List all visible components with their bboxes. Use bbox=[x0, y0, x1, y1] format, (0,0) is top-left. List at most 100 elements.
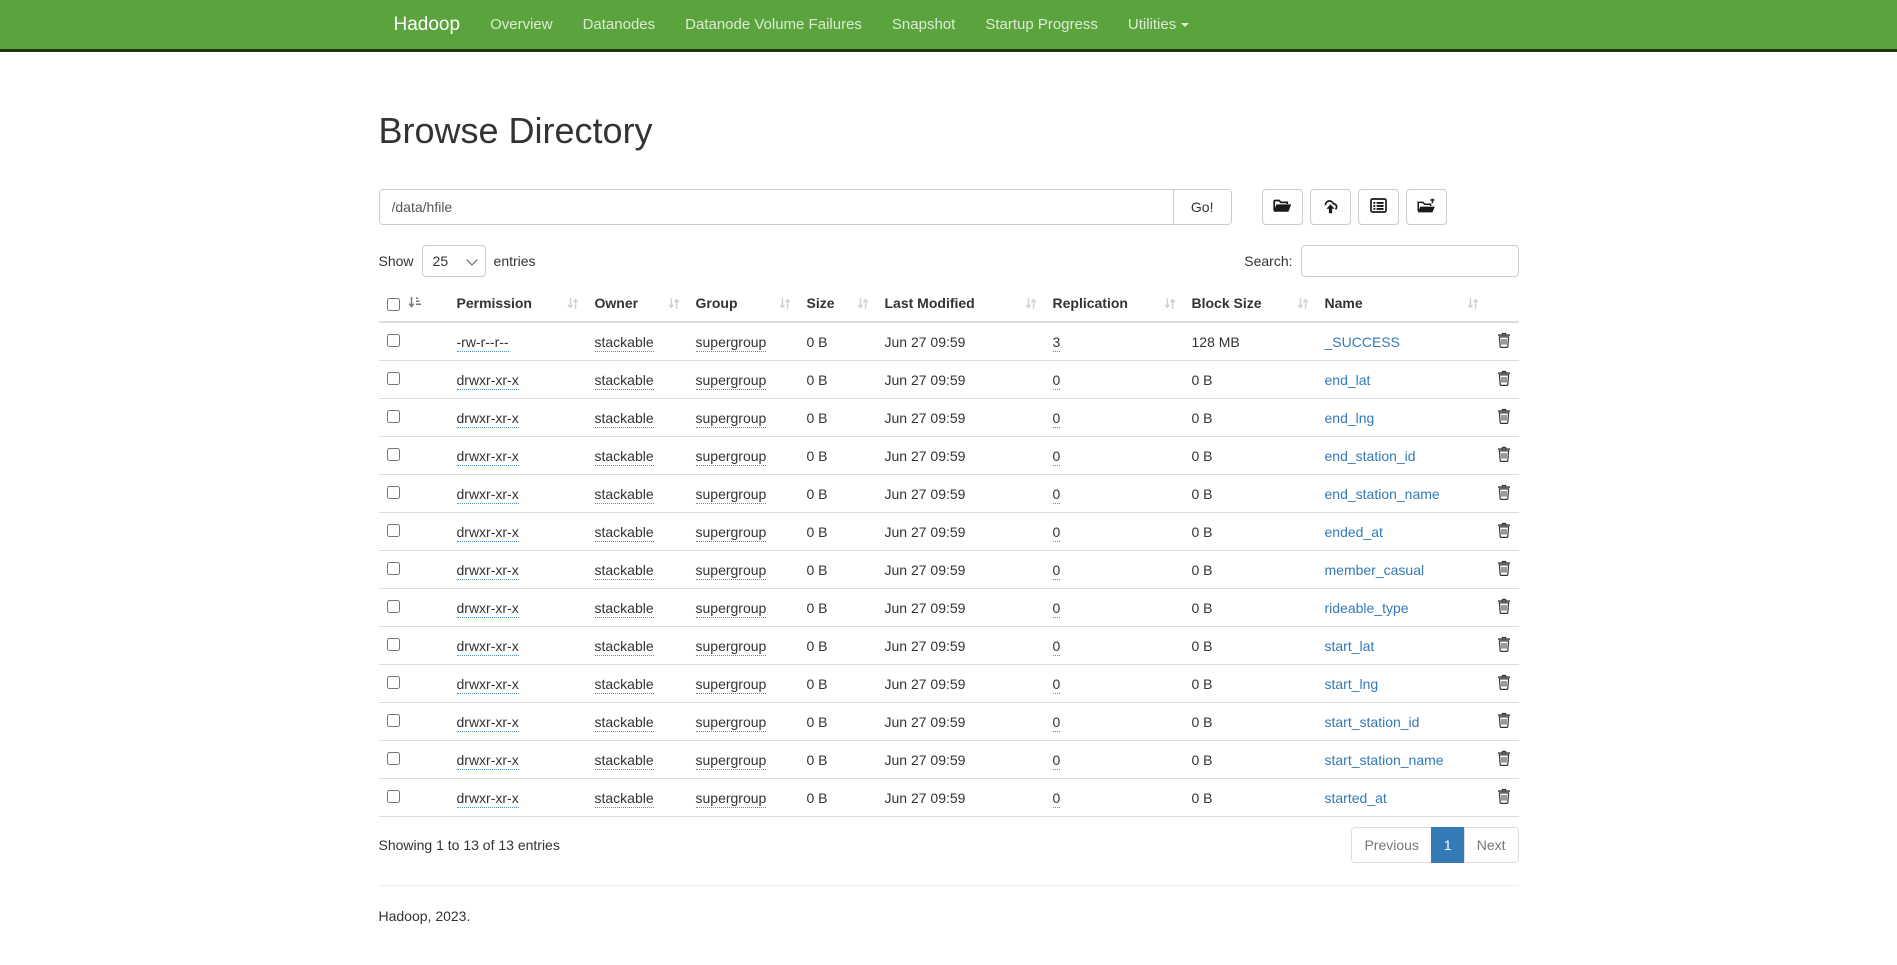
column-header-last-modified[interactable]: Last Modified bbox=[877, 287, 1045, 322]
column-header-group[interactable]: Group bbox=[688, 287, 799, 322]
row-checkbox[interactable] bbox=[387, 562, 400, 575]
cut-paste-button[interactable] bbox=[1358, 189, 1399, 225]
replication-value[interactable]: 0 bbox=[1053, 410, 1061, 428]
owner-value[interactable]: stackable bbox=[595, 752, 654, 770]
delete-button[interactable] bbox=[1497, 408, 1511, 424]
permission-value[interactable]: drwxr-xr-x bbox=[457, 486, 519, 504]
permission-value[interactable]: drwxr-xr-x bbox=[457, 448, 519, 466]
navbar-brand[interactable]: Hadoop bbox=[379, 0, 476, 50]
row-checkbox[interactable] bbox=[387, 714, 400, 727]
owner-value[interactable]: stackable bbox=[595, 714, 654, 732]
select-all-checkbox[interactable] bbox=[387, 298, 400, 311]
replication-value[interactable]: 0 bbox=[1053, 524, 1061, 542]
nav-link-datanodes[interactable]: Datanodes bbox=[568, 0, 671, 50]
group-value[interactable]: supergroup bbox=[696, 562, 767, 580]
nav-link-startup-progress[interactable]: Startup Progress bbox=[970, 0, 1113, 50]
column-header-replication[interactable]: Replication bbox=[1045, 287, 1184, 322]
delete-button[interactable] bbox=[1497, 598, 1511, 614]
column-header-size[interactable]: Size bbox=[799, 287, 877, 322]
nav-link-overview[interactable]: Overview bbox=[475, 0, 568, 50]
replication-value[interactable]: 0 bbox=[1053, 790, 1061, 808]
replication-value[interactable]: 0 bbox=[1053, 676, 1061, 694]
group-value[interactable]: supergroup bbox=[696, 752, 767, 770]
row-checkbox[interactable] bbox=[387, 486, 400, 499]
replication-value[interactable]: 0 bbox=[1053, 486, 1061, 504]
group-value[interactable]: supergroup bbox=[696, 410, 767, 428]
permission-value[interactable]: drwxr-xr-x bbox=[457, 790, 519, 808]
replication-value[interactable]: 0 bbox=[1053, 562, 1061, 580]
search-input[interactable] bbox=[1301, 245, 1519, 277]
owner-value[interactable]: stackable bbox=[595, 334, 654, 352]
file-link[interactable]: _SUCCESS bbox=[1325, 334, 1400, 350]
permission-value[interactable]: drwxr-xr-x bbox=[457, 638, 519, 656]
delete-button[interactable] bbox=[1497, 522, 1511, 538]
row-checkbox[interactable] bbox=[387, 448, 400, 461]
file-link[interactable]: start_lat bbox=[1325, 638, 1375, 654]
file-link[interactable]: ended_at bbox=[1325, 524, 1383, 540]
go-button[interactable]: Go! bbox=[1174, 189, 1232, 225]
group-value[interactable]: supergroup bbox=[696, 448, 767, 466]
folder-action-button[interactable] bbox=[1406, 189, 1447, 225]
permission-value[interactable]: drwxr-xr-x bbox=[457, 752, 519, 770]
owner-value[interactable]: stackable bbox=[595, 524, 654, 542]
row-checkbox[interactable] bbox=[387, 638, 400, 651]
column-header-owner[interactable]: Owner bbox=[587, 287, 688, 322]
replication-value[interactable]: 0 bbox=[1053, 638, 1061, 656]
file-link[interactable]: start_lng bbox=[1325, 676, 1379, 692]
replication-value[interactable]: 0 bbox=[1053, 714, 1061, 732]
replication-value[interactable]: 0 bbox=[1053, 752, 1061, 770]
delete-button[interactable] bbox=[1497, 446, 1511, 462]
file-link[interactable]: member_casual bbox=[1325, 562, 1425, 578]
permission-value[interactable]: drwxr-xr-x bbox=[457, 676, 519, 694]
permission-value[interactable]: drwxr-xr-x bbox=[457, 562, 519, 580]
column-header-name[interactable]: Name bbox=[1317, 287, 1487, 322]
group-value[interactable]: supergroup bbox=[696, 600, 767, 618]
replication-value[interactable]: 0 bbox=[1053, 448, 1061, 466]
delete-button[interactable] bbox=[1497, 484, 1511, 500]
delete-button[interactable] bbox=[1497, 750, 1511, 766]
replication-value[interactable]: 3 bbox=[1053, 334, 1061, 352]
upload-files-button[interactable] bbox=[1310, 189, 1351, 225]
directory-path-input[interactable] bbox=[379, 189, 1174, 225]
row-checkbox[interactable] bbox=[387, 410, 400, 423]
delete-button[interactable] bbox=[1497, 788, 1511, 804]
file-link[interactable]: rideable_type bbox=[1325, 600, 1409, 616]
group-value[interactable]: supergroup bbox=[696, 334, 767, 352]
delete-button[interactable] bbox=[1497, 332, 1511, 348]
column-header-select-all[interactable] bbox=[379, 287, 449, 322]
group-value[interactable]: supergroup bbox=[696, 372, 767, 390]
replication-value[interactable]: 0 bbox=[1053, 372, 1061, 390]
row-checkbox[interactable] bbox=[387, 790, 400, 803]
file-link[interactable]: end_station_name bbox=[1325, 486, 1440, 502]
nav-link-utilities-dropdown[interactable]: Utilities bbox=[1113, 0, 1204, 50]
nav-link-snapshot[interactable]: Snapshot bbox=[877, 0, 970, 50]
next-page-button[interactable]: Next bbox=[1464, 827, 1519, 863]
delete-button[interactable] bbox=[1497, 560, 1511, 576]
row-checkbox[interactable] bbox=[387, 676, 400, 689]
group-value[interactable]: supergroup bbox=[696, 638, 767, 656]
page-1-button[interactable]: 1 bbox=[1431, 827, 1465, 863]
owner-value[interactable]: stackable bbox=[595, 410, 654, 428]
permission-value[interactable]: -rw-r--r-- bbox=[457, 334, 509, 352]
page-length-select[interactable]: 25 bbox=[422, 245, 486, 277]
group-value[interactable]: supergroup bbox=[696, 524, 767, 542]
owner-value[interactable]: stackable bbox=[595, 486, 654, 504]
column-header-permission[interactable]: Permission bbox=[449, 287, 587, 322]
file-link[interactable]: start_station_id bbox=[1325, 714, 1420, 730]
row-checkbox[interactable] bbox=[387, 524, 400, 537]
file-link[interactable]: end_station_id bbox=[1325, 448, 1416, 464]
row-checkbox[interactable] bbox=[387, 372, 400, 385]
create-directory-button[interactable] bbox=[1262, 189, 1303, 225]
permission-value[interactable]: drwxr-xr-x bbox=[457, 600, 519, 618]
owner-value[interactable]: stackable bbox=[595, 638, 654, 656]
delete-button[interactable] bbox=[1497, 636, 1511, 652]
group-value[interactable]: supergroup bbox=[696, 676, 767, 694]
permission-value[interactable]: drwxr-xr-x bbox=[457, 410, 519, 428]
replication-value[interactable]: 0 bbox=[1053, 600, 1061, 618]
group-value[interactable]: supergroup bbox=[696, 486, 767, 504]
row-checkbox[interactable] bbox=[387, 334, 400, 347]
permission-value[interactable]: drwxr-xr-x bbox=[457, 714, 519, 732]
file-link[interactable]: end_lat bbox=[1325, 372, 1371, 388]
row-checkbox[interactable] bbox=[387, 600, 400, 613]
file-link[interactable]: end_lng bbox=[1325, 410, 1375, 426]
